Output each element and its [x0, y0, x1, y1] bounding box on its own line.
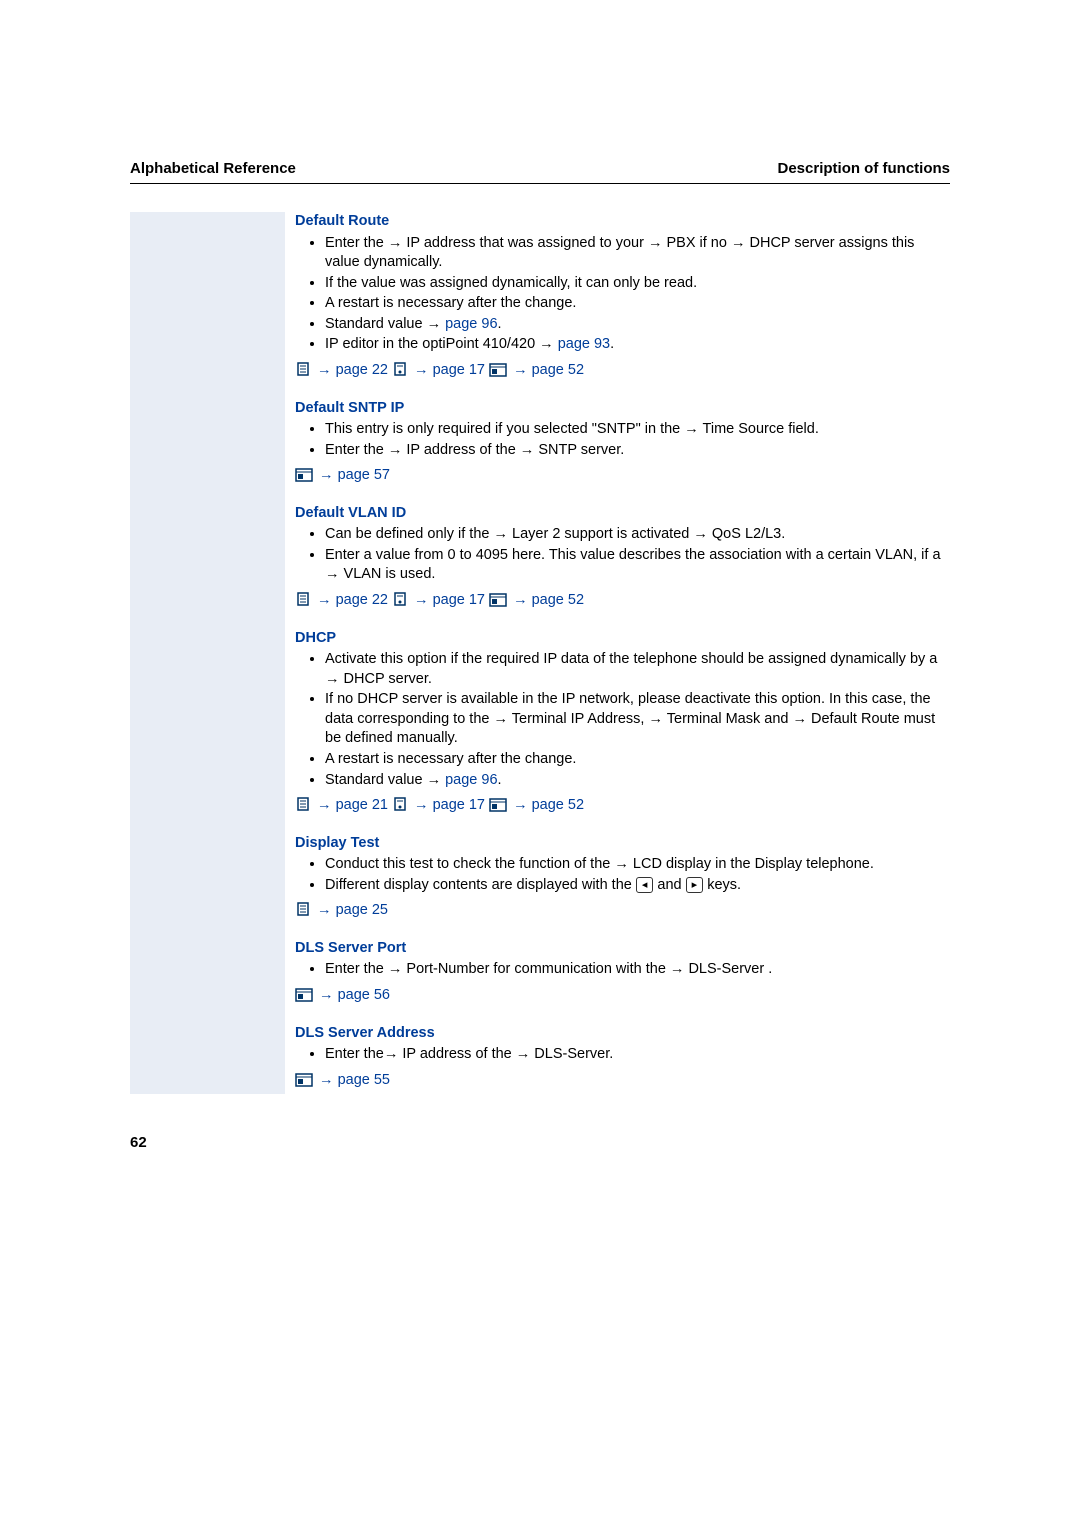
- list-item: Standard value → page 96.: [325, 315, 950, 335]
- page-ref[interactable]: page 17: [433, 592, 485, 608]
- header-left: Alphabetical Reference: [130, 160, 296, 177]
- list-item: Can be defined only if the → Layer 2 sup…: [325, 525, 950, 545]
- list-default-sntp: This entry is only required if you selec…: [295, 420, 950, 460]
- list-item: A restart is necessary after the change.: [325, 750, 950, 770]
- list-item: Activate this option if the required IP …: [325, 650, 950, 689]
- phone-alt-icon: [392, 591, 408, 607]
- ref-line: → page 22 → page 17 → page 52: [295, 591, 950, 611]
- web-config-icon: [295, 988, 313, 1002]
- page-ref[interactable]: page 57: [338, 467, 390, 483]
- web-config-icon: [489, 363, 507, 377]
- page-number: 62: [130, 1134, 950, 1151]
- heading-default-sntp-ip: Default SNTP IP: [295, 399, 950, 419]
- header-rule: [130, 183, 950, 184]
- list-item: Different display contents are displayed…: [325, 876, 950, 896]
- phone-config-icon: [295, 901, 311, 917]
- phone-alt-icon: [392, 361, 408, 377]
- page-ref[interactable]: page 52: [532, 592, 584, 608]
- phone-config-icon: [295, 796, 311, 812]
- web-config-icon: [489, 798, 507, 812]
- list-item: Standard value → page 96.: [325, 771, 950, 791]
- right-key-icon: ▸: [686, 877, 704, 893]
- left-sidebar: [130, 212, 285, 1094]
- list-item: IP editor in the optiPoint 410/420 → pag…: [325, 335, 950, 355]
- heading-default-vlan-id: Default VLAN ID: [295, 504, 950, 524]
- list-item: Enter the→ IP address of the → DLS-Serve…: [325, 1045, 950, 1065]
- list-default-vlan: Can be defined only if the → Layer 2 sup…: [295, 525, 950, 585]
- header-right: Description of functions: [778, 160, 951, 177]
- page-ref[interactable]: page 56: [338, 987, 390, 1003]
- list-item: Conduct this test to check the function …: [325, 855, 950, 875]
- list-item: A restart is necessary after the change.: [325, 294, 950, 314]
- page-ref[interactable]: page 17: [433, 797, 485, 813]
- phone-config-icon: [295, 361, 311, 377]
- heading-dls-server-address: DLS Server Address: [295, 1024, 950, 1044]
- main-content: Default Route Enter the → IP address tha…: [285, 212, 950, 1094]
- ref-line: → page 57: [295, 466, 950, 486]
- list-item: Enter the → IP address that was assigned…: [325, 234, 950, 273]
- page-ref[interactable]: page 52: [532, 362, 584, 378]
- list-display-test: Conduct this test to check the function …: [295, 855, 950, 895]
- list-item: Enter the → IP address of the → SNTP ser…: [325, 441, 950, 461]
- page-ref[interactable]: page 22: [336, 362, 388, 378]
- heading-default-route: Default Route: [295, 212, 950, 232]
- left-key-icon: ◂: [636, 877, 654, 893]
- ref-line: → page 25: [295, 901, 950, 921]
- list-item: If no DHCP server is available in the IP…: [325, 690, 950, 749]
- list-dls-address: Enter the→ IP address of the → DLS-Serve…: [295, 1045, 950, 1065]
- ref-line: → page 22 → page 17 → page 52: [295, 361, 950, 381]
- web-config-icon: [295, 468, 313, 482]
- ref-line: → page 56: [295, 986, 950, 1006]
- heading-dhcp: DHCP: [295, 629, 950, 649]
- phone-config-icon: [295, 591, 311, 607]
- list-item: This entry is only required if you selec…: [325, 420, 950, 440]
- page-ref[interactable]: page 25: [336, 902, 388, 918]
- ref-line: → page 55: [295, 1071, 950, 1091]
- heading-display-test: Display Test: [295, 834, 950, 854]
- ref-line: → page 21 → page 17 → page 52: [295, 796, 950, 816]
- phone-alt-icon: [392, 796, 408, 812]
- list-item: Enter a value from 0 to 4095 here. This …: [325, 546, 950, 585]
- list-item: Enter the → Port-Number for communicatio…: [325, 960, 950, 980]
- list-dls-port: Enter the → Port-Number for communicatio…: [295, 960, 950, 980]
- web-config-icon: [489, 593, 507, 607]
- page-ref[interactable]: page 52: [532, 797, 584, 813]
- heading-dls-server-port: DLS Server Port: [295, 939, 950, 959]
- page-ref[interactable]: page 21: [336, 797, 388, 813]
- list-dhcp: Activate this option if the required IP …: [295, 650, 950, 790]
- web-config-icon: [295, 1073, 313, 1087]
- list-item: If the value was assigned dynamically, i…: [325, 274, 950, 294]
- page-ref[interactable]: page 22: [336, 592, 388, 608]
- page-ref[interactable]: page 17: [433, 362, 485, 378]
- list-default-route: Enter the → IP address that was assigned…: [295, 234, 950, 355]
- page-ref[interactable]: page 55: [338, 1072, 390, 1088]
